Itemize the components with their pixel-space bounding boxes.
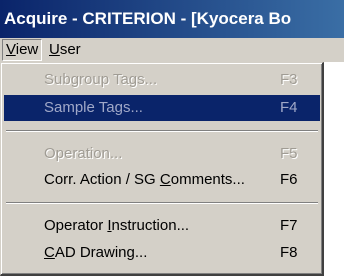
menu-item-label: Operation...: [44, 145, 123, 162]
menu-item-cad-drawing[interactable]: CAD Drawing... F8: [4, 240, 320, 266]
menu-user[interactable]: User: [46, 39, 84, 61]
menu-item-shortcut: F8: [280, 244, 298, 261]
menu-item-mnemonic: C: [159, 171, 171, 188]
menu-item-shortcut: F7: [280, 217, 298, 234]
menu-view-label-rest: iew: [15, 41, 39, 58]
menu-item-label-prefix: Operator: [44, 217, 108, 234]
window-title: Acquire - CRITERION - [Kyocera Bo: [4, 9, 292, 28]
menu-item-shortcut: F5: [280, 145, 298, 162]
menu-item-sample-tags[interactable]: Sample Tags... F4: [4, 95, 320, 121]
menu-view-mnemonic: V: [6, 41, 16, 58]
menu-item-label-rest: omments...: [170, 171, 245, 188]
menu-item-mnemonic: C: [44, 244, 55, 261]
application-window: Acquire - CRITERION - [Kyocera Bo View U…: [0, 0, 344, 278]
view-menu-dropdown: Subgroup Tags... F3 Sample Tags... F4 Op…: [0, 62, 324, 276]
menu-user-mnemonic: U: [49, 41, 60, 58]
menu-bar: View User: [0, 38, 344, 62]
menu-item-label-rest: AD Drawing...: [54, 244, 148, 261]
menu-separator: [6, 130, 318, 132]
menu-item-label: Sample Tags...: [44, 99, 143, 116]
menu-item-label: Operator Instruction...: [44, 213, 189, 239]
menu-item-shortcut: F6: [280, 171, 298, 188]
menu-item-corr-action-sg-comments[interactable]: Corr. Action / SG Comments... F6: [4, 167, 320, 193]
menu-item-label: CAD Drawing...: [44, 240, 147, 266]
menu-item-operation[interactable]: Operation... F5: [4, 141, 320, 167]
window-title-bar[interactable]: Acquire - CRITERION - [Kyocera Bo: [0, 0, 344, 38]
menu-item-label: Subgroup Tags...: [44, 71, 158, 88]
background-area: [324, 62, 344, 278]
menu-item-label-prefix: Corr. Action / SG: [44, 171, 160, 188]
menu-item-label: Corr. Action / SG Comments...: [44, 167, 245, 193]
menu-item-operator-instruction[interactable]: Operator Instruction... F7: [4, 213, 320, 239]
menu-item-shortcut: F4: [280, 99, 298, 116]
menu-view[interactable]: View: [2, 39, 43, 61]
menu-user-label-rest: ser: [59, 41, 81, 58]
menu-item-shortcut: F3: [280, 71, 298, 88]
menu-item-label-rest: nstruction...: [111, 217, 190, 234]
menu-separator: [6, 202, 318, 204]
menu-item-subgroup-tags[interactable]: Subgroup Tags... F3: [4, 67, 320, 93]
